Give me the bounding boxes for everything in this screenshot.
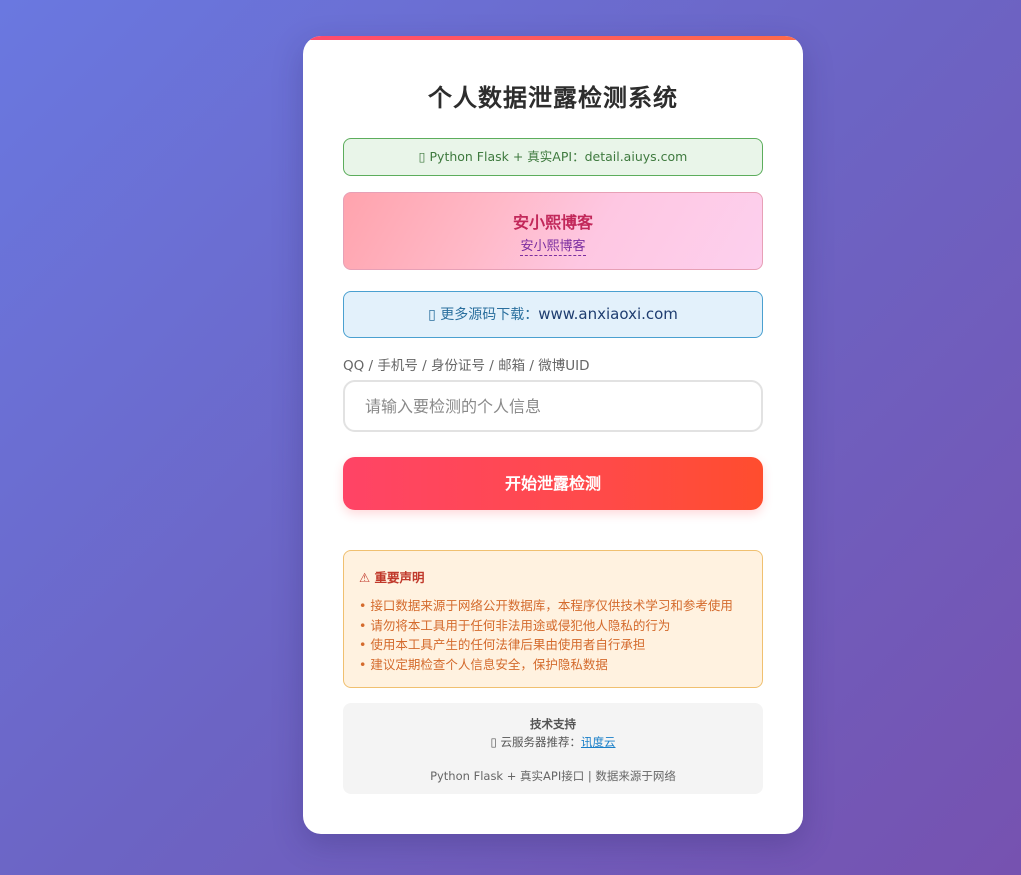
- source-download-label: ▯ 更多源码下载：: [428, 307, 539, 323]
- footer-credits: Python Flask + 真实API接口 | 数据来源于网络: [430, 769, 676, 783]
- source-download-banner: ▯ 更多源码下载：www.anxiaoxi.com: [343, 291, 763, 338]
- footer: 技术支持 ▯ 云服务器推荐：讯度云 Python Flask + 真实API接口…: [343, 703, 763, 794]
- server-recommendation-link[interactable]: 讯度云: [581, 735, 616, 749]
- source-site-link[interactable]: www.anxiaoxi.com: [538, 305, 678, 323]
- blog-title: 安小熙博客: [512, 213, 593, 232]
- disclaimer-item: • 建议定期检查个人信息安全，保护隐私数据: [359, 656, 608, 672]
- disclaimer-item: • 使用本工具产生的任何法律后果由使用者自行承担: [359, 637, 646, 652]
- api-info-banner: ▯ Python Flask + 真实API：detail.aiuys.com: [343, 138, 763, 176]
- main-card: 个人数据泄露检测系统 ▯ Python Flask + 真实API：detail…: [303, 36, 803, 834]
- server-recommendation: ▯ 云服务器推荐：讯度云: [343, 734, 763, 750]
- blog-link[interactable]: 安小熙博客: [520, 239, 586, 256]
- server-recommendation-label: ▯ 云服务器推荐：: [490, 735, 581, 749]
- page-title: 个人数据泄露检测系统: [428, 84, 678, 112]
- footer-title: 技术支持: [530, 717, 576, 731]
- disclaimer-box: ⚠ 重要声明 • 接口数据来源于网络公开数据库，本程序仅供技术学习和参考使用 •…: [343, 550, 763, 688]
- disclaimer-item: • 接口数据来源于网络公开数据库，本程序仅供技术学习和参考使用: [359, 598, 733, 613]
- blog-banner: 安小熙博客 安小熙博客: [343, 192, 763, 270]
- disclaimer-title: ⚠ 重要声明: [359, 570, 425, 585]
- api-info-text: ▯ Python Flask + 真实API：detail.aiuys.com: [418, 149, 688, 164]
- personal-info-input[interactable]: [343, 380, 763, 432]
- disclaimer-item: • 请勿将本工具用于任何非法用途或侵犯他人隐私的行为: [359, 617, 671, 633]
- input-label: QQ / 手机号 / 身份证号 / 邮箱 / 微博UID: [343, 358, 590, 374]
- start-detection-button[interactable]: 开始泄露检测: [343, 457, 763, 510]
